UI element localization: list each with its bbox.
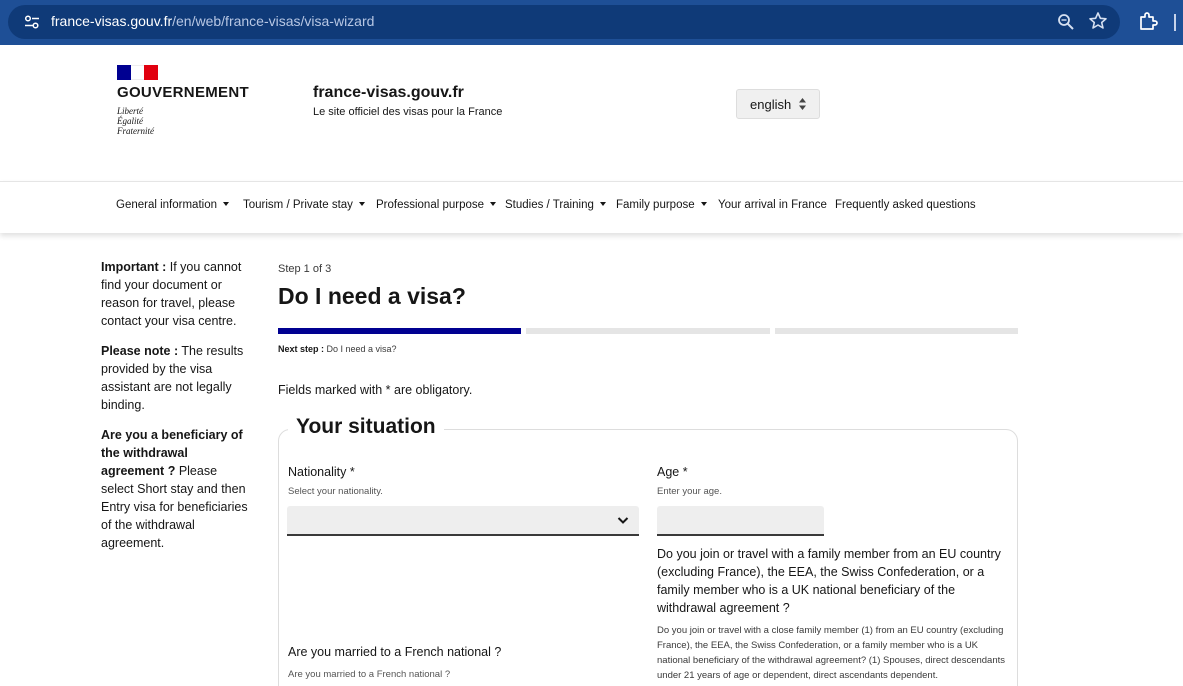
- tune-icon[interactable]: [24, 14, 40, 30]
- step-indicator: Step 1 of 3: [278, 263, 332, 275]
- situation-legend: Your situation: [288, 415, 444, 439]
- url-host: france-visas.gouv.fr: [51, 13, 173, 29]
- withdrawal-agreement-note: Are you a beneficiary of the withdrawal …: [101, 428, 248, 550]
- age-label: Age *: [657, 465, 688, 479]
- obligatory-fields-note: Fields marked with * are obligatory.: [278, 383, 473, 397]
- age-input[interactable]: [657, 506, 824, 536]
- updown-arrows-icon: [799, 98, 806, 110]
- government-name[interactable]: GOUVERNEMENT: [117, 84, 249, 101]
- motto-liberte: Liberté: [117, 106, 143, 116]
- important-notice: Important : If you cannot find your docu…: [101, 260, 242, 328]
- nav-professional-purpose[interactable]: Professional purpose: [376, 199, 497, 211]
- progress-stepper: [278, 328, 1018, 334]
- help-sidebar: Important : If you cannot find your docu…: [101, 258, 251, 564]
- star-icon[interactable]: [1088, 11, 1108, 31]
- nav-label: Frequently asked questions: [835, 199, 976, 211]
- nav-label: Family purpose: [616, 199, 695, 211]
- nav-tourism-private-stay[interactable]: Tourism / Private stay: [243, 199, 365, 211]
- nav-label: Your arrival in France: [718, 199, 827, 211]
- motto-fraternite: Fraternité: [117, 126, 154, 136]
- url-text[interactable]: france-visas.gouv.fr/en/web/france-visas…: [51, 13, 374, 29]
- progress-segment: [774, 328, 1018, 334]
- caret-down-icon: [358, 202, 365, 206]
- main-navigation: General information Tourism / Private st…: [0, 181, 1183, 233]
- nav-family-purpose[interactable]: Family purpose: [616, 199, 707, 211]
- site-tagline: Le site officiel des visas pour la Franc…: [313, 106, 503, 118]
- republic-motto: Liberté Égalité Fraternité: [117, 106, 154, 136]
- page-title: Do I need a visa?: [278, 283, 466, 309]
- nationality-select[interactable]: [287, 506, 639, 536]
- extension-icon[interactable]: [1138, 11, 1159, 32]
- nav-arrival-in-france[interactable]: Your arrival in France: [718, 199, 827, 211]
- nav-general-information[interactable]: General information: [116, 199, 229, 211]
- legal-note: Please note : The results provided by th…: [101, 344, 244, 412]
- url-path: /en/web/france-visas/visa-wizard: [172, 13, 375, 29]
- caret-down-icon: [599, 202, 606, 206]
- progress-segment: [278, 328, 522, 334]
- motto-egalite: Égalité: [117, 116, 143, 126]
- caret-down-icon: [700, 202, 707, 206]
- nav-label: Studies / Training: [505, 199, 594, 211]
- french-flag-logo[interactable]: [117, 65, 159, 80]
- age-hint: Enter your age.: [657, 486, 722, 497]
- nationality-hint: Select your nationality.: [288, 486, 383, 497]
- browser-toolbar: france-visas.gouv.fr/en/web/france-visas…: [0, 0, 1183, 45]
- nav-label: General information: [116, 199, 217, 211]
- married-question: Are you married to a French national ?: [288, 645, 502, 659]
- nav-studies-training[interactable]: Studies / Training: [505, 199, 606, 211]
- chevron-down-icon: [617, 517, 629, 524]
- zoom-icon[interactable]: [1056, 12, 1076, 32]
- nav-label: Professional purpose: [376, 199, 485, 211]
- nationality-label: Nationality *: [288, 465, 355, 479]
- nav-faq[interactable]: Frequently asked questions: [835, 199, 976, 211]
- language-value: english: [750, 97, 792, 112]
- married-hint: Are you married to a French national ?: [288, 669, 451, 680]
- caret-down-icon: [223, 202, 229, 206]
- family-member-question: Do you join or travel with a family memb…: [657, 547, 1001, 615]
- family-member-hint: Do you join or travel with a close famil…: [657, 625, 1006, 681]
- next-step-text: Next step : Do I need a visa?: [278, 344, 397, 354]
- toolbar-divider: [1174, 14, 1176, 31]
- nav-label: Tourism / Private stay: [243, 199, 353, 211]
- progress-segment: [526, 328, 770, 334]
- site-title[interactable]: france-visas.gouv.fr: [313, 84, 464, 102]
- language-select[interactable]: english: [736, 89, 820, 119]
- caret-down-icon: [490, 202, 497, 206]
